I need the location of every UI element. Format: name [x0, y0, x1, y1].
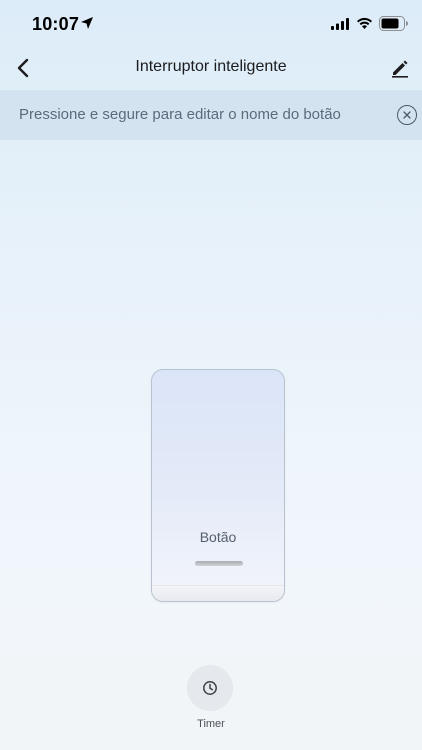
edit-button[interactable] — [388, 54, 412, 82]
page-title: Interruptor inteligente — [135, 58, 287, 75]
battery-icon — [379, 16, 408, 31]
timer-button[interactable] — [187, 665, 233, 711]
timer-label: Timer — [197, 718, 225, 730]
hint-banner: Pressione e segure para editar o nome do… — [0, 90, 422, 140]
switch-button[interactable]: Botão — [151, 369, 285, 602]
hint-close-button[interactable] — [397, 105, 417, 125]
cellular-signal-icon — [331, 18, 349, 30]
switch-label: Botão — [199, 529, 237, 545]
hint-text: Pressione e segure para editar o nome do… — [19, 106, 341, 123]
status-bar: 10:07 — [0, 0, 422, 50]
wifi-icon — [357, 17, 372, 29]
location-arrow-icon — [81, 17, 93, 29]
close-icon — [403, 111, 411, 119]
pencil-icon — [392, 60, 408, 78]
switch-indicator — [195, 561, 243, 566]
switch-bottom-edge — [152, 585, 284, 601]
navigation-bar: Interruptor inteligente — [0, 48, 422, 88]
clock-icon — [203, 681, 217, 695]
status-time: 10:07 — [32, 14, 80, 34]
